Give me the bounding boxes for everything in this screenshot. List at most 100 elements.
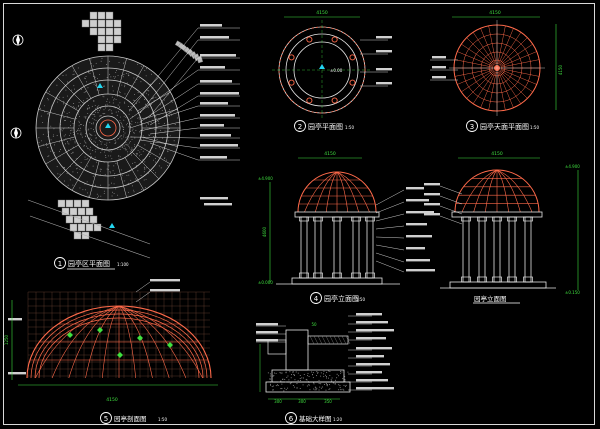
gravel-texture (338, 389, 340, 391)
paving-texture (139, 138, 141, 140)
pavilion-elevation: 4150 ±4.900 ±0.000 4600 4 园亭立面图 1:50 (258, 151, 435, 304)
paving-texture (102, 113, 104, 115)
gravel-texture (322, 373, 324, 375)
gravel-texture (320, 372, 322, 374)
paving-texture (86, 108, 88, 110)
paving-texture (89, 134, 91, 136)
paving-texture (97, 110, 99, 112)
paving-texture (129, 140, 131, 142)
paving-texture (42, 144, 44, 146)
paving-texture (133, 149, 135, 151)
paving-texture (156, 138, 158, 140)
plan-diameter-dim: 4150 (316, 10, 328, 16)
paving-texture (47, 99, 49, 101)
paving-texture (131, 120, 133, 122)
paving-texture (108, 151, 110, 152)
elevation-geometry (276, 171, 435, 285)
callout-note (150, 289, 180, 292)
paving-texture (97, 78, 99, 80)
callout-note (8, 318, 22, 321)
paving-texture (83, 116, 85, 118)
paving-path-south (27, 199, 151, 259)
foot-dim-c: 350 (324, 399, 332, 404)
paving-texture (123, 145, 125, 147)
paving-texture (84, 159, 86, 160)
paving-texture (126, 174, 128, 176)
paving-texture (98, 110, 100, 112)
gravel-texture (307, 380, 309, 382)
paving-texture (147, 122, 149, 124)
paving-texture (109, 141, 111, 143)
paving-block (105, 35, 114, 44)
paving-texture (77, 158, 79, 160)
gravel-texture (317, 381, 319, 383)
paving-texture (96, 193, 98, 195)
leader-line (375, 189, 405, 206)
gravel-texture (285, 372, 287, 374)
paving-texture (124, 102, 126, 104)
paving-block (113, 19, 122, 28)
paving-texture (100, 143, 102, 145)
paving-texture (118, 155, 120, 157)
paving-texture (88, 105, 89, 107)
paving-texture (110, 110, 112, 112)
paving-texture (123, 62, 125, 64)
callout-note (200, 24, 222, 27)
paving-texture (98, 139, 100, 141)
side-elevation-geometry (424, 169, 556, 289)
paving-texture (158, 122, 160, 124)
paving-texture (157, 120, 159, 122)
paving-texture (96, 89, 98, 91)
elevation-ground-level: ±0.000 (258, 280, 273, 285)
paving-texture (127, 145, 129, 147)
paving-texture (89, 115, 91, 117)
roof-rib (500, 59, 540, 68)
paving-texture (97, 148, 99, 150)
paving-texture (160, 167, 162, 169)
paving-texture (158, 165, 160, 167)
paving-texture (131, 185, 133, 187)
paving-texture (118, 138, 120, 139)
paving-texture (53, 134, 54, 136)
hatch-line (329, 335, 335, 345)
paving-texture (102, 95, 104, 97)
footing (271, 369, 345, 383)
gravel-texture (280, 380, 282, 382)
paving-texture (130, 123, 131, 124)
paving-texture (143, 138, 145, 140)
paving-texture (161, 148, 163, 150)
gravel-texture (342, 378, 344, 380)
paving-texture (75, 107, 77, 109)
paving-texture (150, 122, 152, 124)
gravel-texture (314, 386, 316, 388)
paving-texture (95, 149, 97, 151)
gravel-texture (336, 373, 338, 375)
paving-texture (145, 125, 147, 127)
callout-note (406, 247, 425, 250)
paving-texture (101, 149, 103, 151)
paving-texture (137, 170, 139, 172)
paving-texture (97, 197, 99, 199)
paving-texture (87, 129, 89, 131)
paving-texture (93, 101, 95, 102)
paving-texture (162, 137, 164, 139)
paving-texture (73, 103, 75, 104)
roof-rib (454, 68, 494, 77)
paving-texture (114, 173, 116, 175)
paving-texture (128, 174, 130, 176)
paving-texture (77, 67, 79, 69)
paving-texture (132, 128, 134, 130)
paving-texture (78, 101, 80, 103)
paving-texture (114, 107, 116, 109)
paving-block (113, 27, 122, 36)
callout-note (356, 371, 382, 374)
paving-texture (85, 129, 87, 130)
gravel-texture (332, 382, 334, 384)
paving-texture (160, 129, 162, 131)
ring-beam (451, 211, 543, 218)
roof-rib (500, 70, 533, 93)
gravel-texture (315, 389, 317, 391)
paving-block (105, 11, 114, 20)
gravel-texture (323, 383, 325, 385)
gravel-texture (312, 377, 314, 379)
